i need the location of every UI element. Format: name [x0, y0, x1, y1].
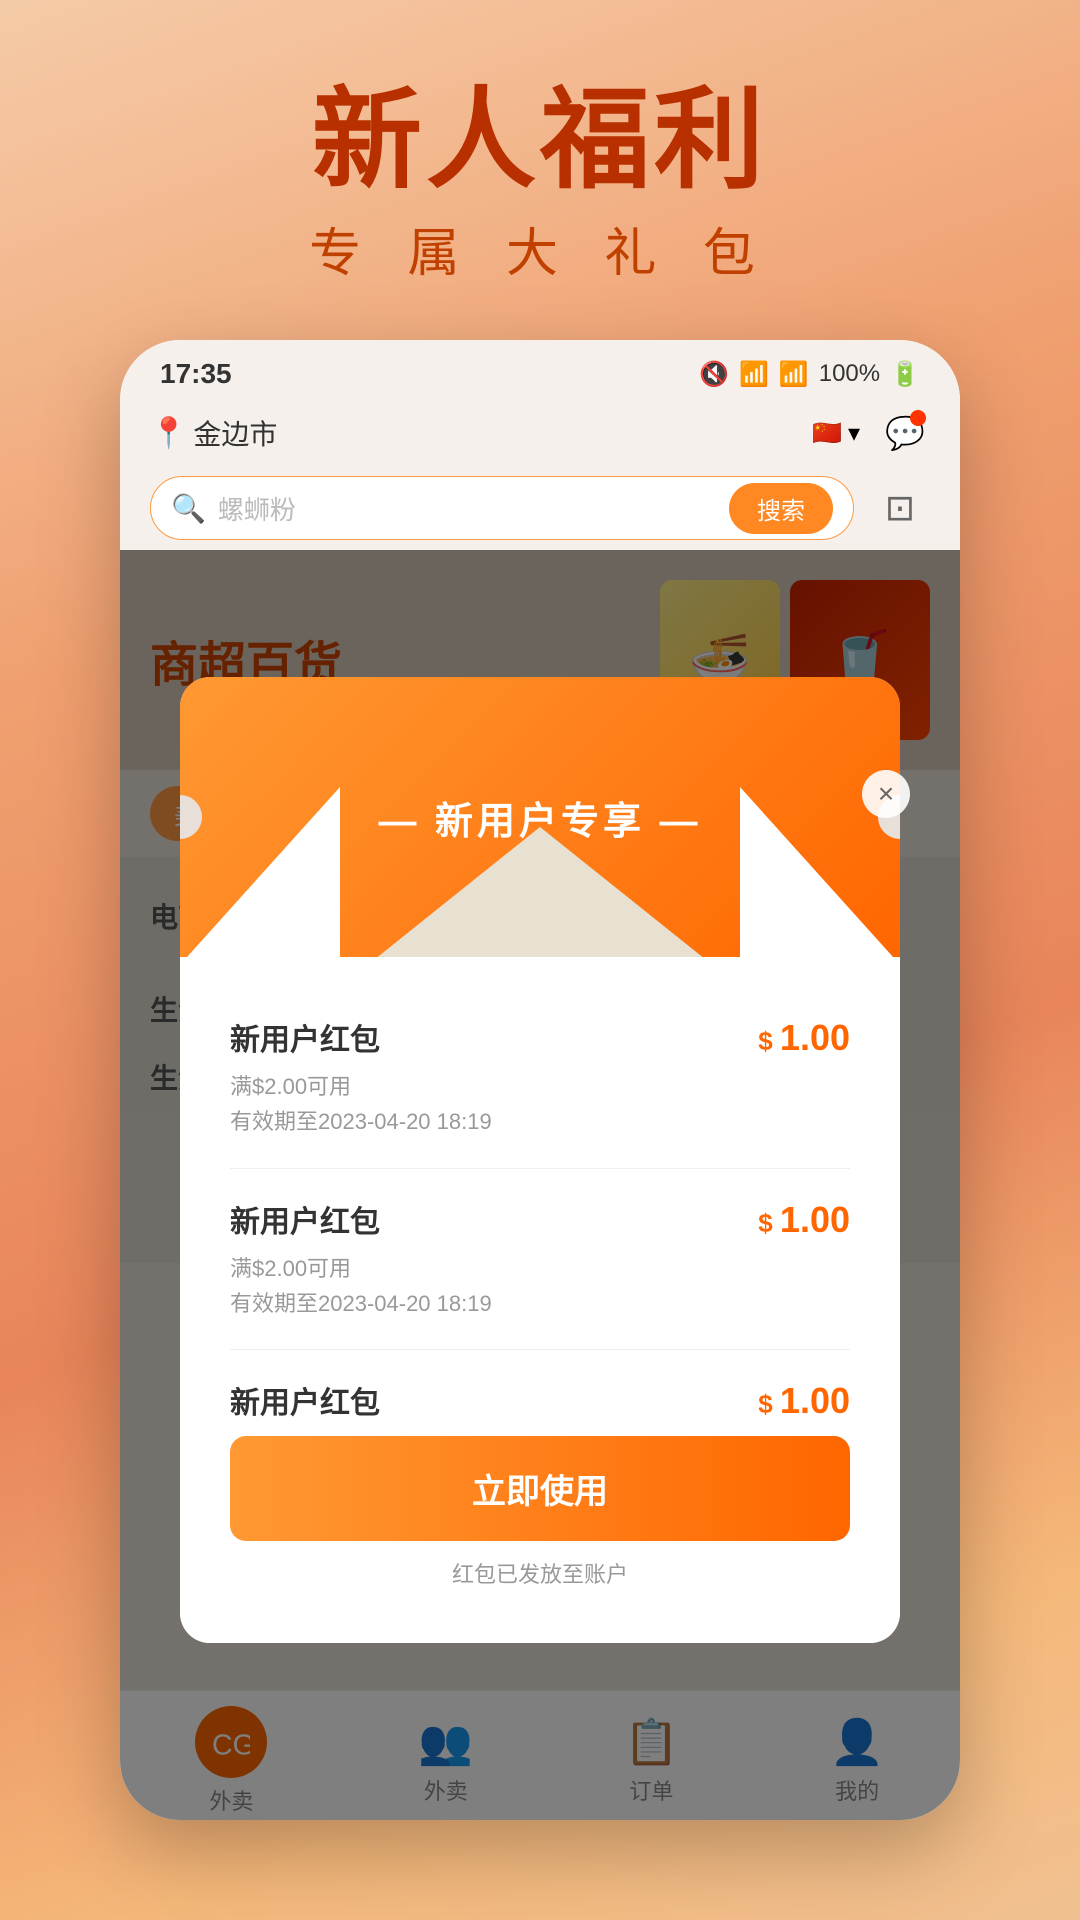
coupon-modal: — 新用户专享 — 新用户红包 [180, 677, 900, 1643]
app-content: 商超百货 🍜 🥤 美食 奶茶 电商 生活 生活 [120, 550, 960, 1820]
coupon-2-expiry: 有效期至2023-04-20 18:19 [230, 1286, 850, 1321]
hero-title: 新人福利 [0, 80, 1080, 201]
coupon-2-desc: 满$2.00可用 有效期至2023-04-20 18:19 [230, 1251, 850, 1321]
hero-section: 新人福利 专 属 大 礼 包 [0, 0, 1080, 286]
search-button[interactable]: 搜索 [729, 483, 833, 534]
message-badge [910, 410, 926, 426]
coupon-1-desc: 满$2.00可用 有效期至2023-04-20 18:19 [230, 1069, 850, 1139]
coupon-header-title: — 新用户专享 — [378, 790, 701, 845]
coupon-2-condition: 满$2.00可用 [230, 1251, 850, 1286]
battery-label: 100% [819, 360, 880, 388]
coupon-3-currency: $ [758, 1389, 780, 1419]
coupon-2-name: 新用户红包 [230, 1197, 380, 1241]
top-nav: 📍 金边市 🇨🇳 ▾ 💬 [120, 400, 960, 466]
battery-icon: 🔋 [890, 360, 920, 389]
flag-icon: 🇨🇳 [812, 419, 842, 448]
coupon-3-name: 新用户红包 [230, 1378, 380, 1422]
coupon-2-amount: $ 1.00 [758, 1199, 850, 1241]
wifi-icon: 📶 [739, 360, 769, 389]
country-flag-button[interactable]: 🇨🇳 ▾ [812, 419, 860, 448]
location-area[interactable]: 📍 金边市 [150, 413, 277, 453]
status-icons: 🔇 📶 📶 100% 🔋 [699, 360, 920, 389]
overlay-close-button[interactable]: × [862, 770, 910, 818]
status-time: 17:35 [160, 358, 232, 390]
hero-subtitle: 专 属 大 礼 包 [0, 211, 1080, 286]
nav-right: 🇨🇳 ▾ 💬 [812, 408, 930, 458]
location-label: 金边市 [193, 413, 277, 453]
coupon-item-2: 新用户红包 $ 1.00 满$2.00可用 有效期至2023-04-20 18:… [230, 1169, 850, 1350]
message-button[interactable]: 💬 [880, 408, 930, 458]
coupon-1-expiry: 有效期至2023-04-20 18:19 [230, 1104, 850, 1139]
status-bar: 17:35 🔇 📶 📶 100% 🔋 [120, 340, 960, 400]
envelope-center [340, 827, 740, 957]
mute-icon: 🔇 [699, 360, 729, 389]
search-box[interactable]: 🔍 螺蛳粉 搜索 [150, 476, 854, 540]
coupon-1-top: 新用户红包 $ 1.00 [230, 1015, 850, 1059]
coupon-1-amount: $ 1.00 [758, 1017, 850, 1059]
location-pin-icon: 📍 [150, 416, 187, 451]
coupon-1-name: 新用户红包 [230, 1015, 380, 1059]
chevron-down-icon: ▾ [848, 419, 860, 448]
search-area: 🔍 螺蛳粉 搜索 ⊡ [120, 466, 960, 550]
scan-button[interactable]: ⊡ [870, 478, 930, 538]
use-note: 红包已发放至账户 [230, 1557, 850, 1589]
search-placeholder: 螺蛳粉 [218, 490, 717, 527]
coupon-2-top: 新用户红包 $ 1.00 [230, 1197, 850, 1241]
envelope-left [180, 787, 340, 957]
coupon-body: 新用户红包 $ 1.00 满$2.00可用 有效期至2023-04-20 18:… [180, 957, 900, 1643]
use-now-button[interactable]: 立即使用 [230, 1436, 850, 1541]
coupon-2-currency: $ [758, 1208, 780, 1238]
coupon-item-1: 新用户红包 $ 1.00 满$2.00可用 有效期至2023-04-20 18:… [230, 987, 850, 1168]
coupon-3-top: 新用户红包 $ 1.00 [230, 1378, 850, 1422]
coupon-1-condition: 满$2.00可用 [230, 1069, 850, 1104]
coupon-3-amount: $ 1.00 [758, 1380, 850, 1422]
coupon-1-currency: $ [758, 1026, 780, 1056]
modal-overlay[interactable]: × — 新用户专享 — [120, 550, 960, 1820]
coupon-item-3: 新用户红包 $ 1.00 [230, 1350, 850, 1426]
phone-mockup: 17:35 🔇 📶 📶 100% 🔋 📍 金边市 🇨🇳 ▾ 💬 [120, 340, 960, 1820]
scan-icon-glyph: ⊡ [885, 487, 915, 529]
coupon-header: — 新用户专享 — [180, 677, 900, 957]
signal-icon: 📶 [779, 360, 809, 389]
search-icon: 🔍 [171, 492, 206, 525]
